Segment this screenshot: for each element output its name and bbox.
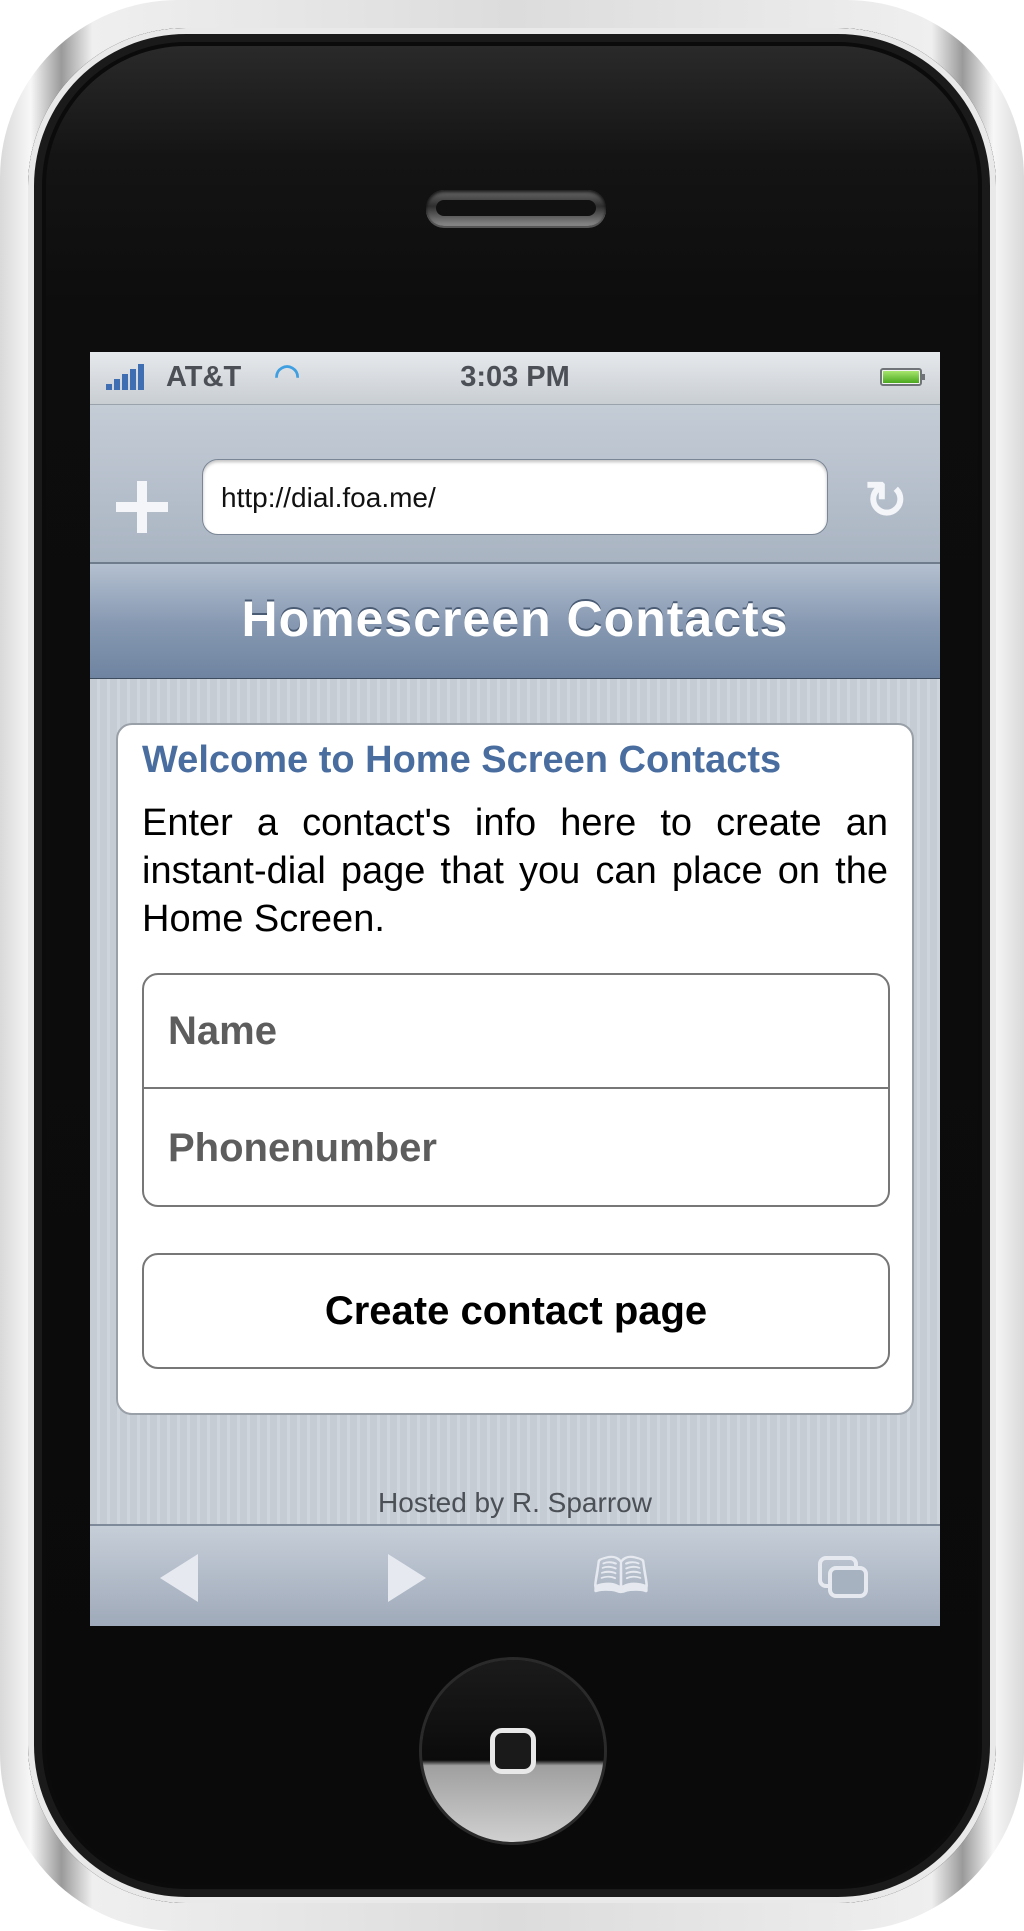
page-header: Homescreen Contacts — [90, 564, 940, 679]
back-icon[interactable] — [160, 1554, 198, 1602]
status-time: 3:03 PM — [460, 361, 570, 393]
iphone-device: AT&T ◠ 3:03 PM http://dial.foa.me/ ↻ Hom… — [0, 0, 1024, 1931]
earpiece-speaker — [426, 190, 606, 226]
bookmarks-icon[interactable]: 🕮 — [590, 1551, 652, 1601]
browser-address-bar: http://dial.foa.me/ ↻ — [90, 405, 940, 564]
phonenumber-input[interactable] — [144, 1091, 888, 1205]
contact-form-fields — [142, 973, 890, 1207]
reload-icon[interactable]: ↻ — [860, 475, 912, 527]
status-bar: AT&T ◠ 3:03 PM — [90, 352, 940, 405]
intro-text: Enter a contact's info here to create an… — [142, 802, 888, 940]
name-input[interactable] — [144, 975, 888, 1089]
hosted-by-footer: Hosted by R. Sparrow — [378, 1487, 652, 1518]
plus-icon[interactable] — [116, 481, 168, 533]
home-square-icon — [490, 1728, 536, 1774]
browser-toolbar: 🕮 — [90, 1524, 940, 1626]
url-field[interactable]: http://dial.foa.me/ — [202, 459, 828, 535]
home-button[interactable] — [422, 1660, 604, 1842]
page-title: Homescreen Contacts — [241, 591, 789, 647]
forward-icon[interactable] — [388, 1554, 426, 1602]
create-contact-page-button[interactable]: Create contact page — [142, 1253, 890, 1369]
welcome-heading: Welcome to Home Screen Contacts — [142, 739, 782, 781]
page-content: Welcome to Home Screen Contacts Enter a … — [90, 679, 940, 1529]
battery-icon — [880, 368, 925, 386]
phone-screen: AT&T ◠ 3:03 PM http://dial.foa.me/ ↻ Hom… — [90, 352, 940, 1626]
pages-icon[interactable] — [818, 1556, 870, 1600]
welcome-panel: Welcome to Home Screen Contacts Enter a … — [116, 723, 914, 1415]
